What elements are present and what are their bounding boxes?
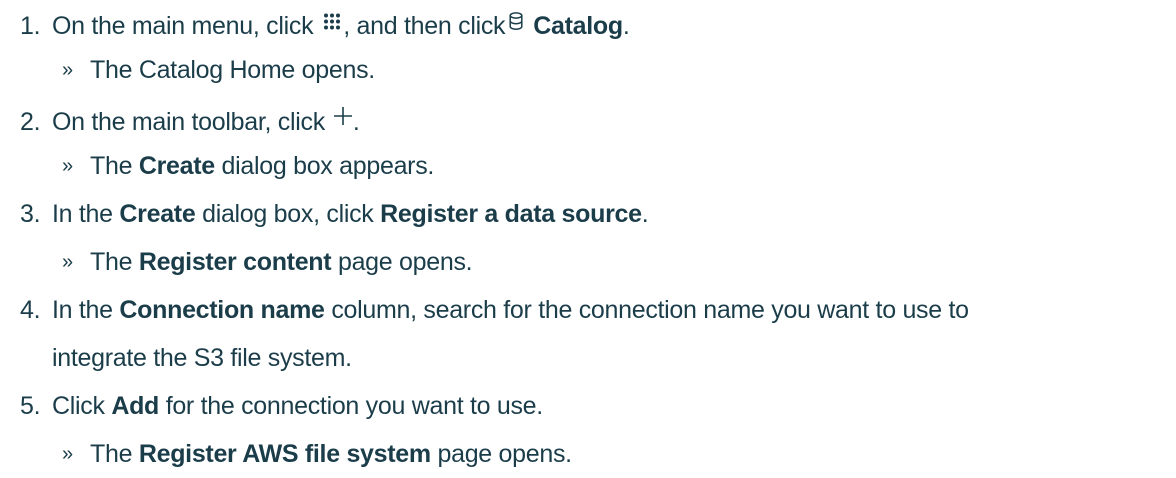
step-4: 4. In the Connection name column, search …: [0, 298, 969, 323]
step-5: 5. Click Add for the connection you want …: [0, 394, 543, 419]
grid-dots-icon: [323, 10, 341, 35]
step-1-result: » The Catalog Home opens.: [0, 58, 375, 83]
result-marker: »: [62, 251, 73, 273]
create-label: Create: [138, 152, 215, 180]
step-2: 2. On the main toolbar, click.: [0, 106, 360, 135]
step-3: 3. In the Create dialog box, click Regist…: [0, 200, 649, 228]
step-number: 2.: [20, 108, 41, 136]
step-1: 1. On the main menu, click , and then clic…: [0, 10, 630, 40]
result-text: The Catalog Home opens.: [90, 56, 375, 84]
register-content-label: Register content: [138, 248, 332, 276]
step-number: 5.: [20, 392, 41, 420]
result-marker: »: [62, 155, 73, 177]
step-2-result: » The Create dialog box appears.: [62, 152, 435, 180]
step-5-result: » The Register AWS file system page opens…: [62, 440, 572, 468]
connection-name-label: Connection name: [119, 296, 325, 324]
step-text: On the main toolbar, click: [52, 108, 325, 136]
plus-icon: [333, 106, 353, 131]
step-number: 3.: [20, 200, 41, 228]
create-label: Create: [119, 200, 196, 228]
register-data-source-label: Register a data source: [380, 200, 642, 228]
add-label: Add: [111, 392, 160, 420]
register-aws-file-system-label: Register AWS file system: [138, 440, 431, 468]
step-3-result: » The Register content page opens.: [62, 248, 473, 276]
step-text: , and then click: [343, 12, 506, 40]
result-marker: »: [62, 59, 73, 81]
step-number: 4.: [20, 296, 41, 324]
step-number: 1.: [20, 12, 41, 40]
database-icon: [509, 10, 523, 35]
catalog-label: Catalog: [533, 12, 623, 40]
result-marker: »: [62, 443, 73, 465]
procedure-steps: 1. On the main menu, click , and then clic…: [0, 0, 1176, 478]
step-text: On the main menu, click: [52, 12, 314, 40]
step-4-continuation: integrate the S3 file system.: [52, 344, 352, 372]
